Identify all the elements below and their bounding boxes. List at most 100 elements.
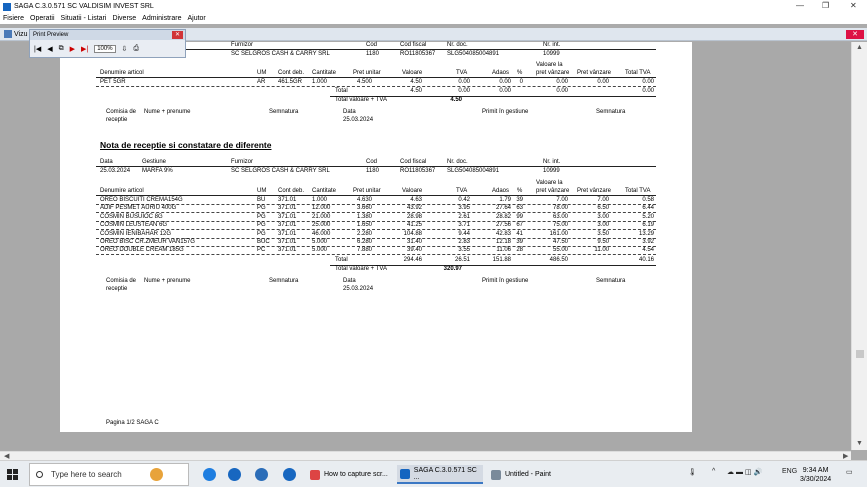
printer-icon[interactable]: ⎙	[133, 45, 139, 53]
windows-start-icon[interactable]	[7, 469, 18, 480]
taskbar-search[interactable]: Type here to search	[29, 463, 189, 486]
menu-situatii-listari[interactable]: Situatii - Listari	[61, 15, 107, 22]
pages-icon[interactable]: ⧉	[59, 45, 64, 53]
cell-pret: 1.650	[356, 222, 372, 229]
cell-tva: 3.55	[458, 247, 470, 254]
cell-pv: 0.00	[556, 79, 568, 85]
total-tva-value: 4.50	[450, 97, 462, 104]
row-furnizor: SC SELGROS CASH & CARRY SRL	[231, 51, 330, 57]
cell-valoare: 28.98	[406, 213, 422, 220]
row2-cod: 1180	[366, 168, 379, 174]
zoom-select[interactable]: 100%	[94, 44, 116, 53]
tray-apps-icon[interactable]: ☁ ▬ ◫ 🔊	[727, 468, 762, 476]
menu-diverse[interactable]: Diverse	[112, 15, 136, 22]
cell-um: BU	[257, 197, 266, 203]
total-valoare: 4.50	[410, 88, 422, 95]
saga-icon	[400, 468, 410, 479]
col2-cant: Cantitate	[312, 188, 337, 194]
cell-totaltva: 6.44	[642, 205, 654, 212]
task-paint[interactable]: Untitled - Paint	[488, 465, 574, 484]
cell-pct: 63	[516, 205, 523, 212]
cell-pvz: 11.00	[594, 247, 609, 254]
cell-name: COSMIN IENIBAHAR 12G	[100, 230, 172, 237]
export-icon[interactable]: ⇩	[122, 45, 128, 53]
menu-bar: Fisiere Operatii Situatii - Listari Dive…	[0, 13, 867, 24]
task-saga[interactable]: SAGA C.3.0.571 SC ...	[397, 465, 483, 484]
cell-um: PG	[257, 230, 266, 237]
app-icon-1[interactable]	[228, 468, 241, 481]
restore-button[interactable]: ❐	[822, 1, 829, 10]
col-pct: %	[517, 70, 523, 76]
menu-ajutor[interactable]: Ajutor	[187, 15, 205, 22]
task-label: How to capture scr...	[324, 471, 388, 478]
total-label: Total	[335, 88, 348, 95]
menu-administrare[interactable]: Administrare	[142, 15, 181, 22]
scroll-thumb[interactable]	[856, 350, 864, 358]
cell-cont: 371.01	[278, 213, 297, 220]
app-icon-3[interactable]	[283, 468, 296, 481]
cell-pvz: 3.00	[597, 213, 609, 220]
cell-cant: 1.000	[312, 79, 328, 85]
cell-totaltva: 4.54	[642, 247, 654, 254]
total-tva-label: Total valoare + TVA	[335, 97, 387, 104]
cell-pvz: 0.00	[597, 79, 609, 85]
cell-name: COSMIN LEUSTEAN 6G	[100, 222, 168, 229]
minimize-button[interactable]: —	[796, 1, 804, 10]
cell-pct: 99	[516, 213, 523, 220]
clock-date: 3/30/2024	[800, 476, 832, 483]
cell-name: OREO DOUBLE CREAM 185G	[100, 247, 184, 254]
sign-comisia1: Comisia de	[106, 277, 137, 284]
last-page-icon[interactable]: ▶|	[81, 45, 88, 53]
menu-fisiere[interactable]: Fisiere	[3, 15, 24, 22]
mdi-child-title: Vizu	[14, 30, 28, 38]
cell-um: PG	[257, 213, 266, 220]
weather-icon[interactable]	[150, 468, 163, 481]
rule	[96, 195, 656, 196]
app-icon-2[interactable]	[255, 468, 268, 481]
cell-valoare: 4.50	[410, 79, 422, 85]
col-tva: TVA	[456, 70, 468, 76]
col2-pct: %	[517, 188, 523, 194]
window-title: SAGA C.3.0.571 SC VALDISIM INVEST SRL	[14, 3, 154, 10]
sign-semnatura2: Semnatura	[596, 277, 626, 284]
next-page-icon[interactable]: ▶	[70, 45, 75, 53]
scroll-right-icon[interactable]: ▶	[843, 452, 848, 460]
cell-tva: 9.44	[458, 230, 470, 237]
prev-page-icon[interactable]: ◀	[47, 45, 52, 53]
hdr2-nrdoc: Nr. doc.	[447, 159, 468, 165]
print-preview-close-button[interactable]: ✕	[172, 31, 183, 39]
cell-cant: 21.000	[312, 213, 331, 220]
cell-cont: 371.01	[278, 230, 297, 237]
document-icon	[4, 30, 12, 38]
vertical-scrollbar[interactable]: ▲ ▼	[851, 42, 867, 450]
horizontal-scrollbar[interactable]: ◀ ▶	[0, 451, 851, 460]
app-icon	[3, 2, 11, 11]
search-placeholder: Type here to search	[51, 470, 122, 479]
cell-um: PG	[257, 222, 266, 229]
row2-nrint: 10999	[543, 168, 560, 174]
edge-icon[interactable]	[203, 468, 216, 481]
sign-comisia1: Comisia de	[106, 109, 137, 116]
mdi-close-button[interactable]: ✕	[846, 30, 864, 39]
clock[interactable]: 9:34 AM 3/30/2024	[800, 466, 831, 484]
close-button[interactable]: ✕	[850, 1, 857, 10]
cell-tva: 2.83	[458, 239, 470, 245]
scroll-left-icon[interactable]: ◀	[4, 452, 9, 460]
hdr2-nrint: Nr. int.	[543, 159, 561, 165]
cell-name: OREO BISC CR.ZMEUR VAN157G	[100, 239, 195, 245]
notifications-icon[interactable]: ▭	[846, 468, 853, 476]
first-page-icon[interactable]: |◀	[34, 45, 41, 53]
col-adaos: Adaos	[492, 70, 510, 76]
cell-valoare: 43.92	[406, 205, 422, 212]
thermometer-icon[interactable]: 🌡	[688, 468, 697, 476]
cell-pvz: 7.00	[597, 197, 609, 203]
scroll-down-icon[interactable]: ▼	[856, 440, 863, 447]
language-indicator[interactable]: ENG	[782, 468, 797, 475]
cell-pv: 55.00	[552, 247, 568, 254]
menu-operatii[interactable]: Operatii	[30, 15, 55, 22]
cell-pret: 7.880	[356, 247, 372, 254]
task-chrome[interactable]: How to capture scr...	[307, 465, 393, 484]
tray-chevron-icon[interactable]: ^	[712, 468, 715, 475]
scroll-up-icon[interactable]: ▲	[856, 44, 863, 51]
rule	[96, 166, 656, 167]
